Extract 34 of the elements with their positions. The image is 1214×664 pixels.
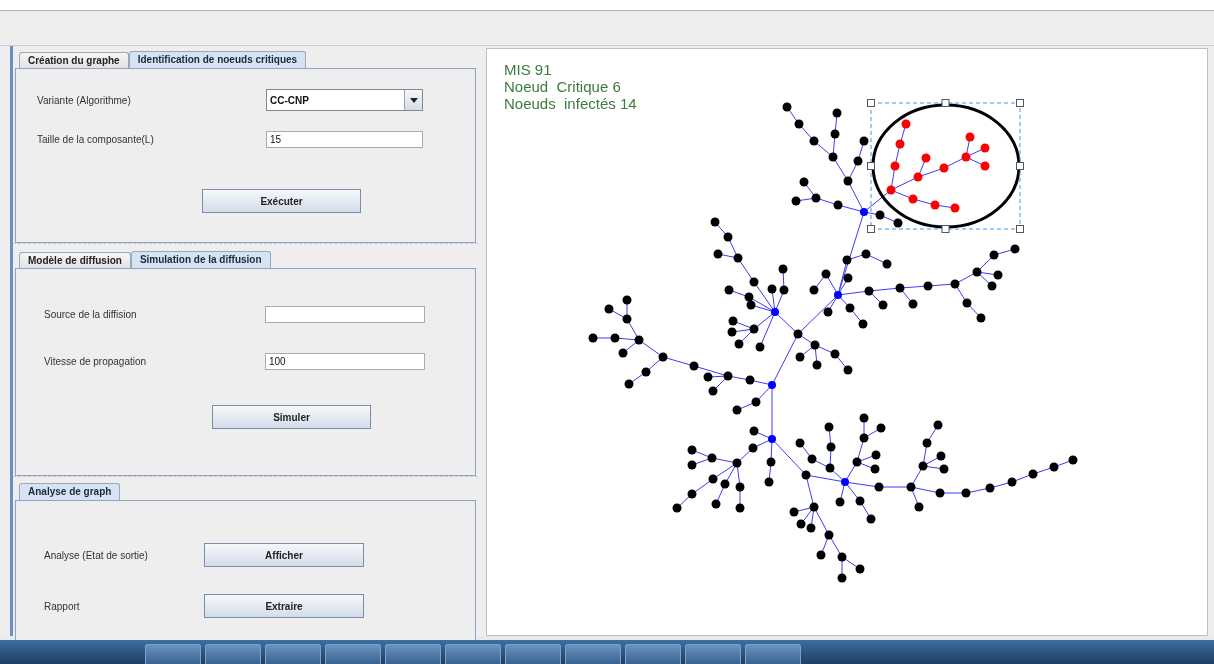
- graph-stat: Noeuds infectés 14: [504, 95, 637, 112]
- taskbar-button[interactable]: [505, 644, 561, 664]
- input-field[interactable]: 15: [266, 130, 423, 148]
- taskbar-button[interactable]: [265, 644, 321, 664]
- dropdown-arrow-icon: [409, 97, 418, 103]
- field-label: Vitesse de propagation: [44, 355, 148, 367]
- taskbar-button[interactable]: [685, 644, 741, 664]
- taskbar-button[interactable]: [205, 644, 261, 664]
- field-label: Taille de la composante(L): [37, 133, 155, 145]
- taskbar-button[interactable]: [565, 644, 621, 664]
- taskbar-button[interactable]: [145, 644, 201, 664]
- field-label: Source de la diffision: [44, 308, 138, 320]
- action-button[interactable]: Extraire: [204, 594, 364, 618]
- taskbar-button[interactable]: [385, 644, 441, 664]
- tab[interactable]: Simulation de la diffusion: [130, 251, 271, 268]
- taskbar-button[interactable]: [625, 644, 681, 664]
- tab[interactable]: Analyse de graph: [19, 483, 121, 500]
- tab[interactable]: Création du graphe: [19, 52, 129, 68]
- tab[interactable]: Identification de noeuds critiques: [128, 51, 307, 68]
- algorithm-dropdown[interactable]: CC-CNP: [266, 89, 423, 111]
- taskbar-button[interactable]: [745, 644, 801, 664]
- graph-stat: MIS 91: [504, 61, 553, 78]
- field-label: Variante (Algorithme): [37, 94, 132, 106]
- field-label: Rapport: [44, 600, 81, 612]
- action-button[interactable]: Exécuter: [202, 189, 361, 213]
- input-field[interactable]: 100: [265, 352, 425, 370]
- taskbar-button[interactable]: [445, 644, 501, 664]
- field-label: Analyse (Etat de sortie): [44, 549, 149, 561]
- action-button[interactable]: Simuler: [212, 405, 371, 429]
- graph-stat: Noeud Critique 6: [504, 78, 622, 95]
- tab[interactable]: Modèle de diffusion: [19, 252, 131, 268]
- taskbar-button[interactable]: [325, 644, 381, 664]
- input-field[interactable]: [265, 305, 425, 323]
- action-button[interactable]: Afficher: [204, 543, 364, 567]
